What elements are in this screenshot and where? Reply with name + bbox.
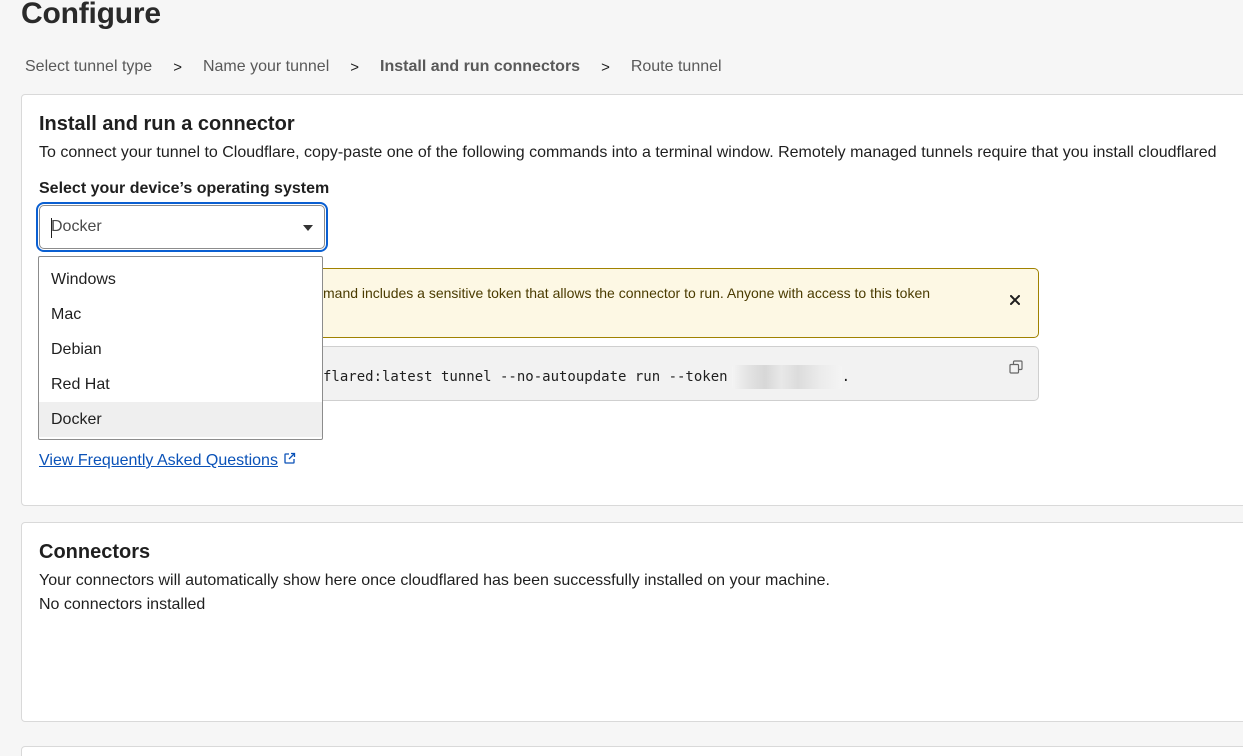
- breadcrumb-separator: >: [173, 58, 182, 76]
- breadcrumb-separator: >: [601, 58, 610, 76]
- external-link-icon: [283, 452, 296, 470]
- os-select-label: Select your device’s operating system: [39, 180, 330, 197]
- breadcrumb-step-select-tunnel-type[interactable]: Select tunnel type: [25, 58, 152, 76]
- os-option-docker[interactable]: Docker: [39, 402, 322, 437]
- copy-icon[interactable]: [1009, 360, 1023, 379]
- redacted-token: [731, 365, 842, 389]
- breadcrumb: Select tunnel type > Name your tunnel > …: [25, 57, 722, 77]
- faq-link[interactable]: View Frequently Asked Questions: [39, 452, 296, 470]
- token-warning-banner: mand includes a sensitive token that all…: [314, 268, 1039, 338]
- connectors-empty-text: No connectors installed: [39, 596, 206, 613]
- install-card-description: To connect your tunnel to Cloudflare, co…: [39, 144, 1217, 161]
- os-dropdown-list: Windows Mac Debian Red Hat Docker: [38, 256, 323, 440]
- breadcrumb-step-name-your-tunnel[interactable]: Name your tunnel: [203, 58, 329, 76]
- breadcrumb-step-route-tunnel[interactable]: Route tunnel: [631, 58, 722, 76]
- page-title: Configure: [21, 0, 161, 30]
- faq-link-label: View Frequently Asked Questions: [39, 452, 278, 469]
- close-icon[interactable]: [1008, 293, 1022, 307]
- install-command[interactable]: flared:latest tunnel --no-autoupdate run…: [323, 365, 850, 389]
- connectors-card-description: Your connectors will automatically show …: [39, 572, 830, 589]
- breadcrumb-separator: >: [350, 58, 360, 76]
- install-command-text: flared:latest tunnel --no-autoupdate run…: [323, 369, 728, 385]
- connectors-card: Connectors Your connectors will automati…: [21, 522, 1243, 722]
- chevron-down-icon[interactable]: [303, 225, 313, 231]
- install-command-suffix: .: [841, 369, 851, 385]
- configure-page: Configure Select tunnel type > Name your…: [0, 0, 1243, 756]
- os-select-value: Docker: [51, 218, 102, 235]
- os-option-mac[interactable]: Mac: [39, 297, 322, 332]
- os-option-windows[interactable]: Windows: [39, 262, 322, 297]
- install-command-block: flared:latest tunnel --no-autoupdate run…: [314, 346, 1039, 401]
- next-card: [21, 746, 1243, 756]
- connectors-card-title: Connectors: [39, 541, 151, 563]
- token-warning-text: mand includes a sensitive token that all…: [323, 285, 931, 301]
- breadcrumb-step-install-run-connectors: Install and run connectors: [380, 58, 581, 75]
- os-option-debian[interactable]: Debian: [39, 332, 322, 367]
- os-option-red-hat[interactable]: Red Hat: [39, 367, 322, 402]
- os-select[interactable]: Docker: [39, 205, 325, 249]
- install-card-title: Install and run a connector: [39, 113, 295, 135]
